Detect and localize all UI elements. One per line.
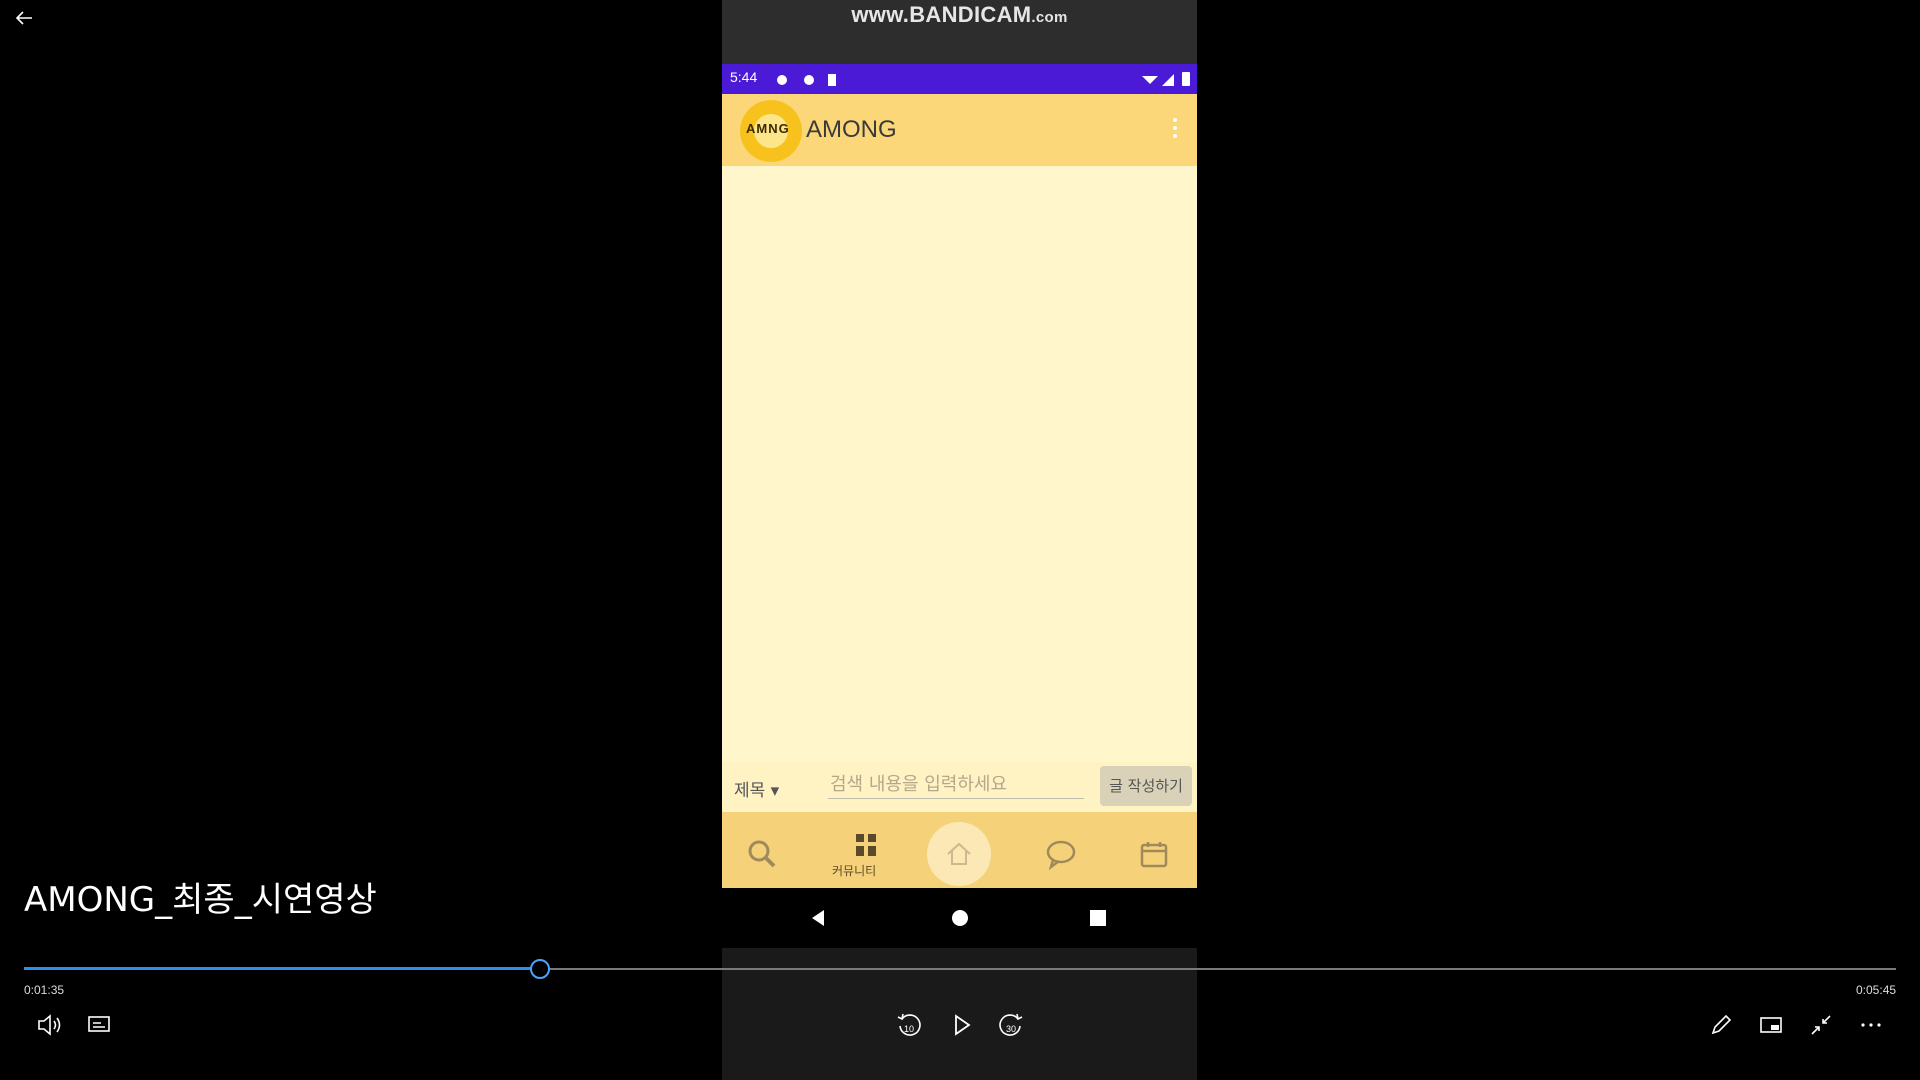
app-logo-text: AMNG	[746, 121, 790, 136]
total-time: 0:05:45	[1856, 983, 1897, 997]
status-signal-icons	[1142, 72, 1190, 86]
video-title: AMONG_최종_시연영상	[24, 880, 377, 920]
back-button[interactable]	[12, 6, 36, 30]
search-icon[interactable]	[746, 838, 778, 870]
edit-icon[interactable]	[1706, 1010, 1736, 1040]
forward-30-icon[interactable]: 30	[996, 1010, 1026, 1040]
app-title: AMONG	[806, 116, 897, 143]
search-input[interactable]	[828, 770, 1084, 799]
subtitles-icon[interactable]	[84, 1010, 114, 1040]
current-time: 0:01:35	[24, 983, 65, 997]
nav-label-community[interactable]: 커뮤니티	[832, 862, 876, 879]
more-icon[interactable]	[1856, 1010, 1886, 1040]
post-list-area	[722, 166, 1197, 762]
phone-home-icon[interactable]	[950, 908, 970, 928]
community-icon[interactable]	[852, 830, 882, 860]
mini-view-icon[interactable]	[1756, 1010, 1786, 1040]
home-icon	[947, 842, 971, 865]
phone-recents-icon[interactable]	[1088, 908, 1108, 928]
progress-thumb[interactable]	[530, 959, 550, 979]
search-type-dropdown[interactable]: 제목 ▾	[734, 776, 779, 801]
write-post-button[interactable]: 글 작성하기	[1100, 766, 1192, 806]
overflow-menu-icon[interactable]	[1170, 116, 1180, 140]
progress-fill	[24, 967, 540, 970]
rewind-10-icon[interactable]: 10	[894, 1010, 924, 1040]
phone-back-icon[interactable]	[808, 908, 828, 928]
phone-status-time: 5:44	[730, 69, 758, 85]
back-arrow-icon	[15, 11, 32, 25]
calendar-icon[interactable]	[1138, 838, 1170, 870]
bandicam-watermark: www.BANDICAM.com	[851, 2, 1068, 27]
status-notification-icons	[777, 74, 836, 86]
volume-icon[interactable]	[34, 1010, 64, 1040]
play-icon[interactable]	[946, 1010, 976, 1040]
svg-text:30: 30	[1006, 1024, 1016, 1034]
svg-text:10: 10	[904, 1024, 914, 1034]
exit-fullscreen-icon[interactable]	[1806, 1010, 1836, 1040]
chat-icon[interactable]	[1045, 838, 1077, 870]
